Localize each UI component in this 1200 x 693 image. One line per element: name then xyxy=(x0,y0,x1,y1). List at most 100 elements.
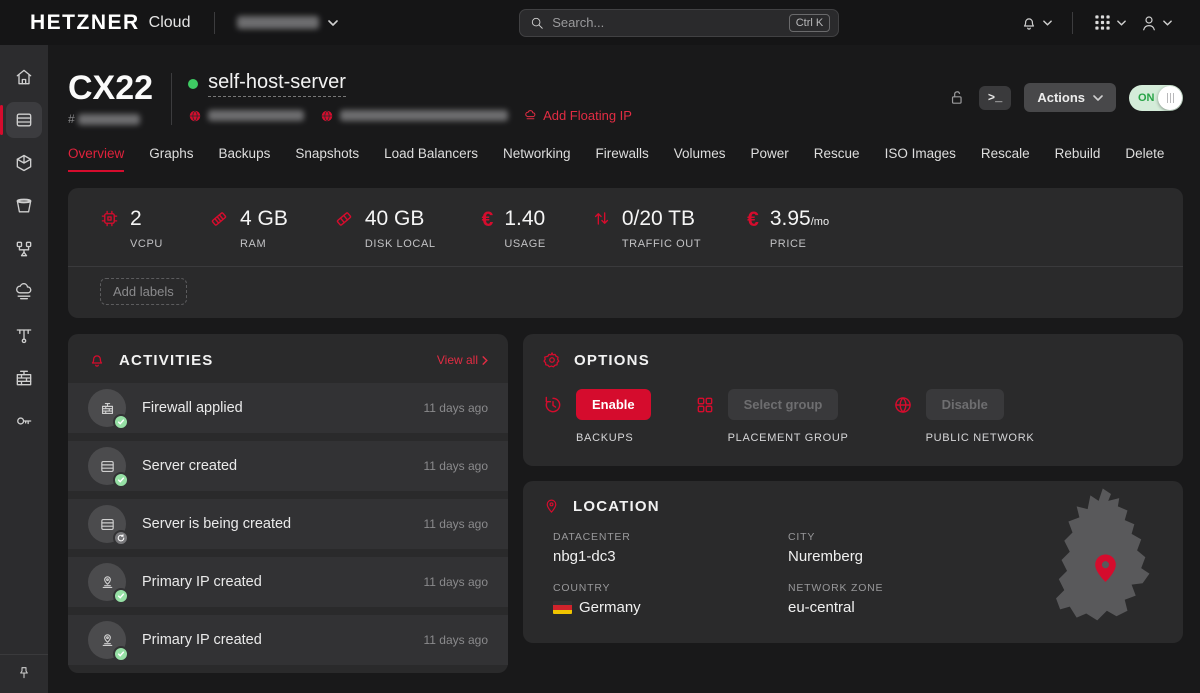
floating-ip-add-icon xyxy=(524,109,537,122)
globe-icon xyxy=(893,395,913,415)
euro-icon: € xyxy=(482,209,494,250)
map-pin-icon xyxy=(543,498,560,515)
ipv4-address[interactable] xyxy=(188,109,304,123)
tab-rescale[interactable]: Rescale xyxy=(981,146,1030,172)
firewall-icon xyxy=(14,368,34,388)
option-public-network: Disable PUBLIC NETWORK xyxy=(893,389,1035,444)
server-name[interactable]: self-host-server xyxy=(208,71,346,97)
stat-vcpu: 2VCPU xyxy=(100,207,163,250)
labels-bar: Add labels xyxy=(68,266,1183,318)
sidebar-item-networks[interactable] xyxy=(6,317,42,353)
disable-public-network-button[interactable]: Disable xyxy=(926,389,1004,420)
tab-networking[interactable]: Networking xyxy=(503,146,571,172)
pin-sidebar-button[interactable] xyxy=(16,665,32,681)
field-label: CITY xyxy=(788,531,1023,543)
activity-row[interactable]: Server created 11 days ago xyxy=(68,441,508,491)
sidebar-item-volumes[interactable] xyxy=(6,145,42,181)
redacted-server-id xyxy=(78,114,140,125)
actions-button[interactable]: Actions xyxy=(1024,83,1116,112)
activities-title: ACTIVITIES xyxy=(119,352,214,369)
sidebar-item-security[interactable] xyxy=(6,403,42,439)
option-label: PLACEMENT GROUP xyxy=(728,432,849,444)
activity-row[interactable]: Primary IP created 11 days ago xyxy=(68,615,508,665)
chevron-down-icon xyxy=(328,20,338,26)
success-badge xyxy=(113,414,129,430)
sidebar-nav xyxy=(0,45,48,693)
stat-value: 1.40 xyxy=(504,207,546,230)
tab-rebuild[interactable]: Rebuild xyxy=(1055,146,1101,172)
primary-ip-icon xyxy=(99,632,116,649)
account-menu[interactable] xyxy=(1140,14,1172,32)
germany-flag-icon xyxy=(553,601,572,614)
server-header: CX22 # self-host-server xyxy=(68,71,1183,126)
tab-graphs[interactable]: Graphs xyxy=(149,146,193,172)
options-title: OPTIONS xyxy=(574,352,650,369)
sidebar-item-storage-boxes[interactable] xyxy=(6,188,42,224)
chevron-down-icon xyxy=(1163,20,1172,26)
stat-ram: 4 GBRAM xyxy=(209,207,288,250)
apps-menu[interactable] xyxy=(1093,13,1126,32)
activity-text: Server is being created xyxy=(142,516,291,532)
power-toggle-label: ON xyxy=(1138,92,1155,104)
tab-iso-images[interactable]: ISO Images xyxy=(885,146,956,172)
avatar xyxy=(88,505,126,543)
power-toggle[interactable]: ON xyxy=(1129,85,1183,111)
ipv6-address[interactable] xyxy=(320,109,508,123)
add-labels-button[interactable]: Add labels xyxy=(100,278,187,305)
tab-volumes[interactable]: Volumes xyxy=(674,146,726,172)
sidebar-item-home[interactable] xyxy=(6,59,42,95)
tab-snapshots[interactable]: Snapshots xyxy=(295,146,359,172)
activity-time: 11 days ago xyxy=(424,633,489,647)
search-bar[interactable]: Ctrl K xyxy=(519,9,839,37)
tab-rescue[interactable]: Rescue xyxy=(814,146,860,172)
activity-row[interactable]: Firewall applied 11 days ago xyxy=(68,383,508,433)
add-floating-ip-label: Add Floating IP xyxy=(543,108,632,123)
stat-label: PRICE xyxy=(770,238,829,250)
globe-icon xyxy=(188,109,202,123)
search-input[interactable] xyxy=(552,15,789,30)
redacted-ipv6 xyxy=(340,110,508,121)
tab-load-balancers[interactable]: Load Balancers xyxy=(384,146,478,172)
notifications-menu[interactable] xyxy=(1020,14,1052,32)
server-icon xyxy=(99,516,116,533)
tab-delete[interactable]: Delete xyxy=(1125,146,1164,172)
activity-row[interactable]: Primary IP created 11 days ago xyxy=(68,557,508,607)
gear-icon xyxy=(543,351,561,369)
sidebar-item-firewalls[interactable] xyxy=(6,360,42,396)
avatar xyxy=(88,621,126,659)
tab-overview[interactable]: Overview xyxy=(68,146,124,172)
tab-firewalls[interactable]: Firewalls xyxy=(595,146,648,172)
project-selector[interactable] xyxy=(237,16,338,29)
cpu-icon xyxy=(100,209,119,250)
sidebar-item-servers[interactable] xyxy=(6,102,42,138)
activity-row[interactable]: Server is being created 11 days ago xyxy=(68,499,508,549)
view-all-label: View all xyxy=(437,353,478,367)
console-button[interactable]: >_ xyxy=(979,86,1011,110)
stat-value: 40 GB xyxy=(365,207,436,230)
field-country: COUNTRY Germany xyxy=(553,582,788,616)
enable-backups-button[interactable]: Enable xyxy=(576,389,651,420)
field-label: COUNTRY xyxy=(553,582,788,594)
select-placement-group-button[interactable]: Select group xyxy=(728,389,839,420)
sidebar-item-floating-ips[interactable] xyxy=(6,274,42,310)
firewall-icon xyxy=(99,400,116,417)
tab-power[interactable]: Power xyxy=(751,146,789,172)
unlock-icon xyxy=(949,88,966,107)
redacted-project-name xyxy=(237,16,319,29)
server-status-dot xyxy=(188,79,198,89)
option-label: BACKUPS xyxy=(576,432,651,444)
field-label: NETWORK ZONE xyxy=(788,582,1023,594)
chevron-right-icon xyxy=(482,356,488,365)
server-icon xyxy=(14,110,34,130)
field-value: Nuremberg xyxy=(788,548,1023,565)
view-all-link[interactable]: View all xyxy=(437,353,488,367)
activity-time: 11 days ago xyxy=(424,575,489,589)
options-card: OPTIONS Enable BACKUPS xyxy=(523,334,1183,466)
sidebar-item-load-balancers[interactable] xyxy=(6,231,42,267)
search-shortcut-badge: Ctrl K xyxy=(789,14,831,32)
lock-button[interactable] xyxy=(949,88,966,107)
tab-backups[interactable]: Backups xyxy=(219,146,271,172)
add-floating-ip-link[interactable]: Add Floating IP xyxy=(524,108,632,123)
activity-time: 11 days ago xyxy=(424,401,489,415)
germany-silhouette xyxy=(1056,489,1149,621)
